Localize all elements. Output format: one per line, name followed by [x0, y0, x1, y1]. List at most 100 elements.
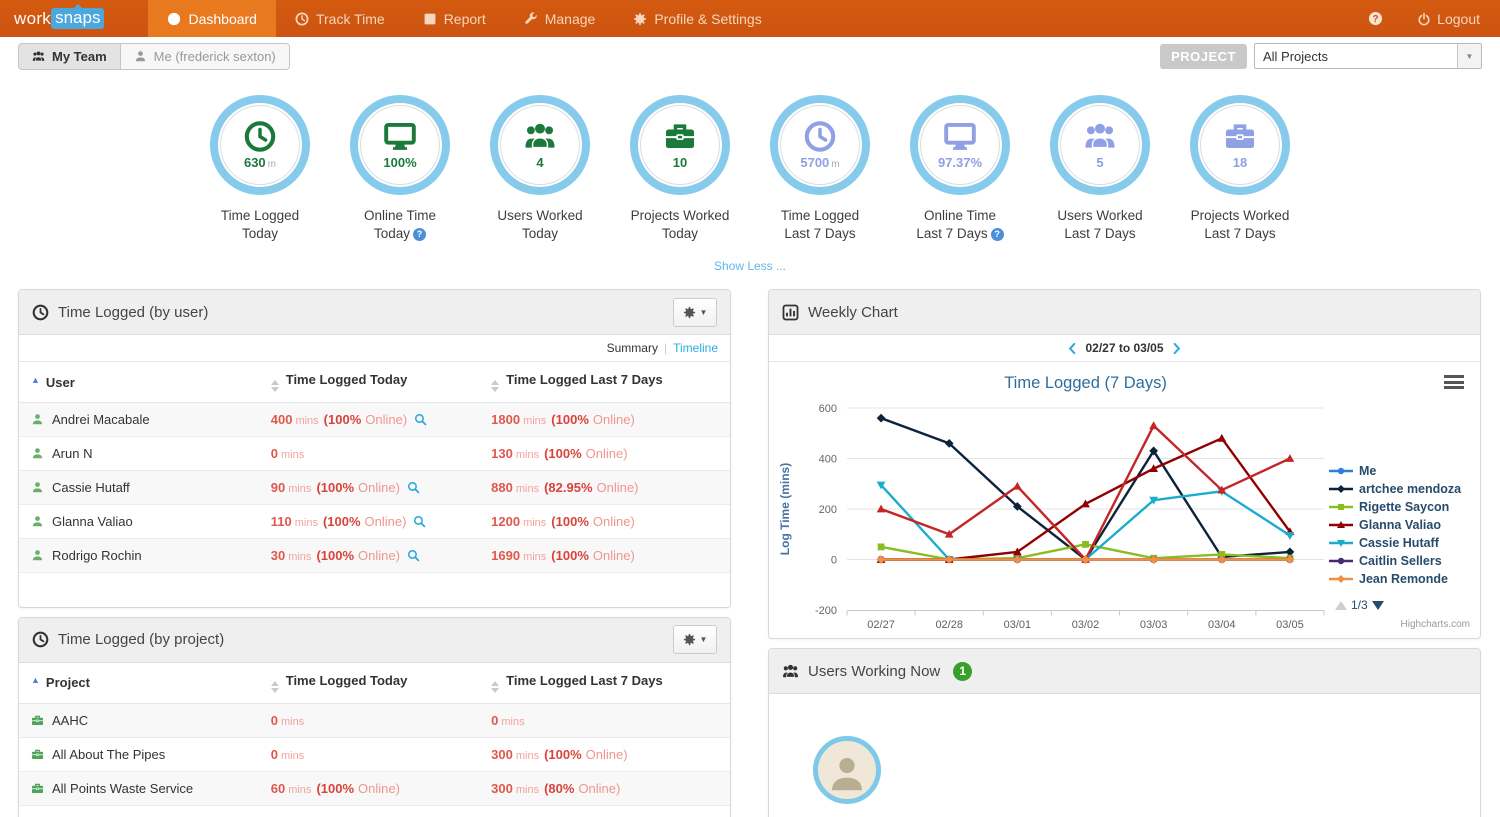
- legend-item[interactable]: Cassie Hutaff: [1329, 534, 1461, 552]
- online-percent: (100%: [551, 514, 589, 529]
- minutes-unit: mins: [523, 551, 546, 563]
- sort-icon[interactable]: [491, 380, 499, 392]
- nav-tab-dashboard[interactable]: Dashboard: [148, 0, 276, 37]
- time-today-cell: 400mins(100%Online): [261, 403, 481, 437]
- name-cell[interactable]: Cassie Hutaff: [19, 471, 261, 505]
- sort-asc-icon[interactable]: ▲: [31, 675, 40, 685]
- column-header-today[interactable]: Time Logged Today: [286, 673, 408, 688]
- name-cell[interactable]: Andrei Macabale: [19, 403, 261, 437]
- online-suffix: Online): [365, 514, 407, 529]
- legend-item[interactable]: artchee mendoza: [1329, 480, 1461, 498]
- nav-tab-report[interactable]: Report: [404, 0, 505, 37]
- online-percent: (100%: [551, 412, 589, 427]
- chart-title: Time Logged (7 Days): [1004, 374, 1167, 392]
- sort-asc-icon[interactable]: ▲: [31, 375, 40, 385]
- name-cell[interactable]: All About The Pipes: [19, 737, 261, 771]
- column-header-project[interactable]: Project: [46, 675, 90, 690]
- name-cell[interactable]: Glanna Valiao: [19, 505, 261, 539]
- view-summary[interactable]: Summary: [607, 341, 658, 355]
- column-header-user[interactable]: User: [46, 375, 75, 390]
- column-header-last7[interactable]: Time Logged Last 7 Days: [506, 372, 663, 387]
- sort-icon[interactable]: [271, 380, 279, 392]
- zoom-icon[interactable]: [407, 481, 420, 494]
- logout-button[interactable]: Logout: [1417, 11, 1480, 27]
- legend-item[interactable]: Glanna Valiao: [1329, 516, 1461, 534]
- y-axis-tick: 600: [819, 403, 837, 415]
- table-row: Cassie Hutaff90mins(100%Online)880mins(8…: [19, 471, 730, 505]
- show-less-link[interactable]: Show Less ...: [714, 259, 786, 273]
- project-select[interactable]: All Projects ▼: [1254, 43, 1482, 69]
- legend-label: Jean Remonde: [1359, 572, 1448, 586]
- nav-tab-manage[interactable]: Manage: [505, 0, 615, 37]
- stat-circle: 97.37%Online TimeLast 7 Days?: [908, 95, 1012, 243]
- panel-settings-button[interactable]: ▼: [673, 625, 717, 654]
- table-row: BallerArcade120mins(100%Online)260mins(1…: [19, 805, 730, 817]
- legend-page-down-icon[interactable]: [1372, 601, 1384, 610]
- legend-item[interactable]: Rigette Saycon: [1329, 498, 1461, 516]
- name-cell[interactable]: Rodrigo Rochin: [19, 539, 261, 573]
- avatar[interactable]: [813, 736, 881, 804]
- stat-label-line2: Today: [374, 226, 410, 241]
- zoom-icon[interactable]: [413, 515, 426, 528]
- time-by-user-table: ▲ User Time Logged Today Time Logged Last…: [19, 362, 730, 607]
- tab-me[interactable]: Me (frederick sexton): [121, 43, 290, 70]
- table-row: Arun N0mins130mins(100%Online): [19, 437, 730, 471]
- stat-ring: 4: [490, 95, 590, 195]
- time-last7-cell: 130mins(100%Online): [481, 437, 730, 471]
- help-icon[interactable]: ?: [413, 228, 426, 241]
- minutes-value: 90: [271, 480, 285, 495]
- help-icon[interactable]: [1368, 11, 1383, 26]
- time-last7-cell: 0mins: [481, 703, 730, 737]
- legend-item[interactable]: Me: [1329, 462, 1461, 480]
- view-timeline-link[interactable]: Timeline: [673, 341, 718, 355]
- clock-icon: [32, 631, 49, 648]
- project-select-value: All Projects: [1255, 49, 1328, 64]
- nav-tab-track-time[interactable]: Track Time: [276, 0, 404, 37]
- stat-number: 97.37%: [938, 155, 982, 170]
- y-axis-tick: 200: [819, 504, 837, 516]
- clock-icon: [241, 120, 279, 153]
- chevron-left-icon[interactable]: [1068, 343, 1076, 354]
- name-cell[interactable]: Arun N: [19, 437, 261, 471]
- legend-item[interactable]: Caitlin Sellers: [1329, 552, 1461, 570]
- online-percent: (80%: [544, 781, 574, 796]
- legend-item[interactable]: Jean Remonde: [1329, 570, 1461, 588]
- highcharts-credit[interactable]: Highcharts.com: [1401, 619, 1470, 630]
- worksnaps-logo[interactable]: worksnaps: [0, 0, 120, 37]
- online-suffix: Online): [593, 514, 635, 529]
- tab-my-team[interactable]: My Team: [18, 43, 121, 70]
- online-suffix: Online): [578, 781, 620, 796]
- name-cell[interactable]: All Points Waste Service: [19, 771, 261, 805]
- chart-menu-icon[interactable]: [1444, 375, 1464, 389]
- panel-settings-button[interactable]: ▼: [673, 298, 717, 327]
- zoom-icon[interactable]: [414, 413, 427, 426]
- zoom-icon[interactable]: [407, 549, 420, 562]
- stat-value: 18: [1233, 155, 1247, 170]
- nav-tab-profile-settings[interactable]: Profile & Settings: [614, 0, 780, 37]
- left-column: Time Logged (by user) ▼ Summary | Timeli…: [18, 289, 731, 817]
- nav-right: Logout: [1368, 0, 1500, 37]
- legend-page-up-icon[interactable]: [1335, 601, 1347, 610]
- column-header-last7[interactable]: Time Logged Last 7 Days: [506, 673, 663, 688]
- legend-label: Cassie Hutaff: [1359, 536, 1439, 550]
- stat-ring: 10: [630, 95, 730, 195]
- online-percent: (82.95%: [544, 480, 592, 495]
- sort-icon[interactable]: [491, 681, 499, 693]
- sort-icon[interactable]: [271, 681, 279, 693]
- chevron-right-icon[interactable]: [1173, 343, 1181, 354]
- name-cell[interactable]: AAHC: [19, 703, 261, 737]
- name-cell[interactable]: BallerArcade: [19, 805, 261, 817]
- users-icon: [782, 663, 799, 680]
- stat-label: Time LoggedToday: [185, 207, 335, 243]
- minutes-unit: mins: [501, 716, 524, 728]
- logout-label: Logout: [1437, 11, 1480, 27]
- help-icon[interactable]: ?: [991, 228, 1004, 241]
- stat-ring: 97.37%: [910, 95, 1010, 195]
- stat-label-line2: Last 7 Days: [916, 226, 987, 241]
- minutes-value: 0: [271, 747, 278, 762]
- dashboard-icon: [167, 12, 181, 26]
- time-today-cell: 0mins: [261, 437, 481, 471]
- column-header-today[interactable]: Time Logged Today: [286, 372, 408, 387]
- bar-chart-icon: [782, 304, 799, 321]
- stats-row: 630mTime LoggedToday100%Online TimeToday…: [0, 75, 1500, 243]
